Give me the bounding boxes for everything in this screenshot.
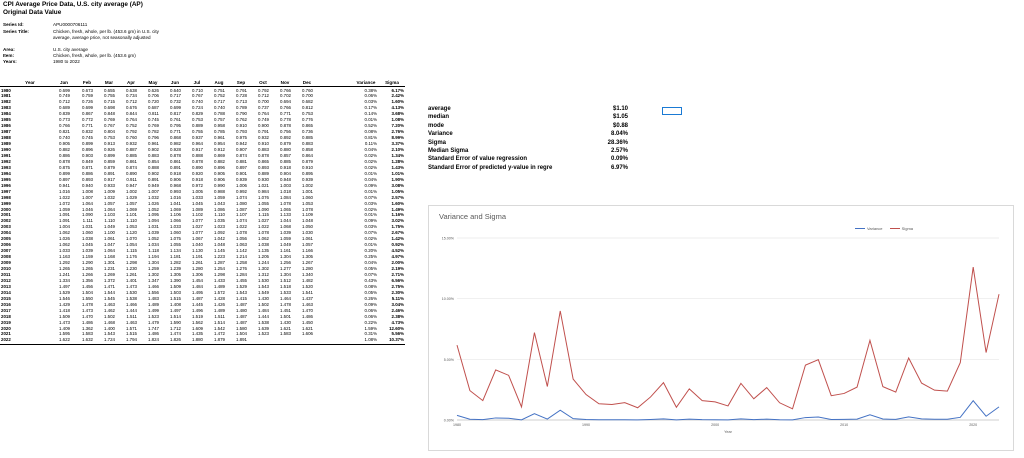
stat-label: average: [428, 106, 451, 112]
meta-value: Chicken, fresh, whole, per lb. (453.6 gm…: [53, 29, 159, 40]
stat-label: median: [428, 114, 450, 121]
meta-key: Item:: [3, 53, 14, 58]
x-tick-label: 2020: [969, 423, 977, 427]
variance-sigma-chart[interactable]: Variance and Sigma Variance Sigma 0.00% 5…: [428, 205, 1014, 451]
stat-label: Standard Error of value regression: [428, 156, 528, 163]
column-header: Jul: [193, 80, 201, 85]
stat-row: mode $0.88: [428, 123, 628, 131]
column-header: Jan: [60, 80, 68, 85]
chart-plot: 0.00% 5.00% 10.00% 15.00% 1980 1990 2000 2010 20…: [442, 237, 1000, 434]
stat-row: Standard Error of predicted y-value in r…: [428, 165, 628, 173]
stat-label: Variance: [428, 131, 453, 138]
column-header: May: [148, 80, 158, 85]
stat-label: Median Sigma: [428, 148, 469, 154]
stat-row: Median Sigma 2.57%: [428, 148, 628, 156]
column-header: Oct: [259, 80, 267, 85]
stat-value: $1.05: [612, 114, 628, 121]
x-tick-label: 2010: [840, 423, 848, 427]
report-header: CPI Average Price Data, U.S. city averag…: [3, 1, 143, 17]
stat-row: Standard Error of value regression 0.09%: [428, 156, 628, 164]
price-cell: 1.632: [82, 337, 93, 343]
stat-row: Variance 8.04%: [428, 131, 628, 139]
meta-value: U.S. city average: [53, 47, 88, 52]
series-line-variance: [456, 399, 1000, 421]
stat-row: Sigma 28.36%: [428, 140, 628, 148]
column-header: Year: [25, 80, 35, 85]
stat-value: $1.10: [612, 106, 628, 112]
table-row: 2022 1.622 1.632 1.724 1.794 1.824 1.826 1.880 1…: [0, 337, 404, 343]
meta-value: APU0000706111: [53, 22, 88, 27]
column-header: Mar: [104, 80, 114, 85]
meta-key: Series Title:: [3, 29, 29, 34]
price-cell: 1.724: [104, 337, 115, 343]
stat-row: average $1.10: [428, 106, 628, 114]
y-tick-label: 10.00%: [442, 297, 455, 301]
stat-label: mode: [428, 122, 445, 129]
meta-key: Series Id:: [3, 22, 24, 27]
price-cell: 1.880: [192, 337, 203, 343]
stat-label: Sigma: [428, 139, 447, 146]
y-tick-label: 15.00%: [442, 237, 455, 241]
meta-key: Area:: [3, 47, 15, 52]
meta-value: 1980 to 2022: [53, 59, 80, 64]
meta-key: Years:: [3, 59, 17, 64]
year-cell: 2022: [1, 337, 11, 343]
stat-value: 0.09%: [610, 156, 628, 163]
x-tick-label: 2000: [711, 423, 719, 427]
price-cell: 1.622: [59, 337, 70, 343]
column-header: Nov: [280, 80, 290, 85]
y-tick-label: 0.00%: [444, 419, 455, 423]
x-tick-label: 1990: [582, 423, 590, 427]
sigma-cell: 10.37%: [389, 337, 404, 343]
price-cell: 1.879: [214, 337, 225, 343]
price-cell: 1.794: [126, 337, 137, 343]
column-header: Aug: [214, 80, 224, 85]
column-header: Sep: [236, 80, 246, 85]
price-cell: 1.826: [170, 337, 181, 343]
stat-row: median $1.05: [428, 114, 628, 122]
stat-value: $0.88: [612, 122, 628, 129]
report-subtitle: Original Data Value: [3, 9, 62, 16]
variance-cell: 1.08%: [364, 337, 377, 343]
meta-value: Chicken, fresh, whole, per lb. (453.6 gm…: [53, 53, 136, 58]
selected-cell[interactable]: [662, 107, 682, 115]
stat-value: 28.36%: [607, 139, 628, 146]
stat-value: 8.04%: [610, 131, 628, 138]
column-header: Apr: [127, 80, 135, 85]
stat-value: 2.57%: [610, 148, 628, 154]
column-header: Dec: [302, 80, 312, 85]
column-header-variance: Variance: [356, 80, 376, 85]
x-axis-label: Year: [724, 430, 732, 434]
column-header: Feb: [82, 80, 92, 85]
y-tick-label: 5.00%: [444, 358, 455, 362]
series-line-sigma: [456, 267, 1000, 410]
stat-label: Standard Error of predicted y-value in r…: [428, 164, 553, 171]
x-tick-label: 1980: [453, 423, 461, 427]
price-cell: 1.891: [236, 337, 247, 343]
price-cell: 1.824: [148, 337, 159, 343]
report-title: CPI Average Price Data, U.S. city averag…: [3, 1, 143, 8]
column-header-sigma: Sigma: [385, 80, 399, 85]
footer-rule: [0, 343, 405, 345]
column-header: Jun: [170, 80, 180, 85]
stat-value: 6.97%: [610, 164, 628, 171]
